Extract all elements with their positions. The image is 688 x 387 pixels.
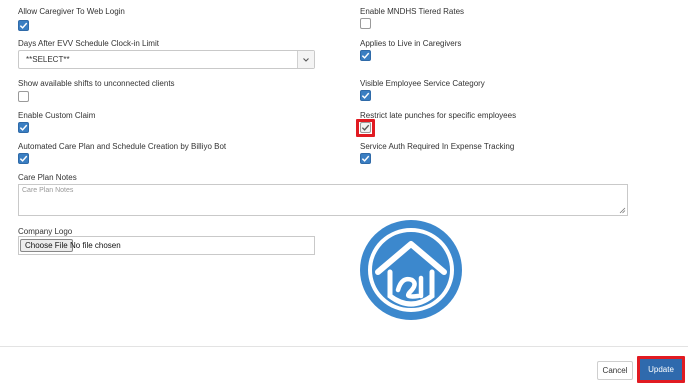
applies-live-in-checkbox[interactable] — [360, 50, 371, 61]
checkmark-icon — [19, 22, 28, 29]
chevron-down-icon — [297, 51, 314, 68]
checkmark-icon — [361, 155, 370, 162]
visible-employee-service-category-label: Visible Employee Service Category — [360, 79, 485, 88]
care-plan-notes-placeholder: Care Plan Notes — [22, 187, 74, 194]
days-after-evv-label: Days After EVV Schedule Clock-in Limit — [18, 39, 159, 48]
house-in-circle-logo-icon — [360, 220, 462, 320]
automated-care-plan-checkbox[interactable] — [18, 153, 29, 164]
resize-handle-icon[interactable] — [619, 207, 626, 214]
service-auth-expense-label: Service Auth Required In Expense Trackin… — [360, 142, 515, 151]
show-available-shifts-checkbox[interactable] — [18, 91, 29, 102]
show-available-shifts-label: Show available shifts to unconnected cli… — [18, 79, 175, 88]
enable-custom-claim-label: Enable Custom Claim — [18, 111, 96, 120]
visible-employee-service-category-checkbox[interactable] — [360, 90, 371, 101]
restrict-late-punches-checkbox[interactable] — [360, 122, 371, 133]
company-logo-label: Company Logo — [18, 227, 73, 236]
days-after-evv-selected-value: **SELECT** — [26, 55, 70, 64]
no-file-chosen-text: No file chosen — [70, 241, 121, 250]
enable-mndhs-tiered-rates-checkbox[interactable] — [360, 18, 371, 29]
checkmark-icon — [361, 124, 370, 131]
update-button[interactable]: Update — [640, 359, 682, 380]
cancel-button[interactable]: Cancel — [597, 361, 633, 380]
enable-custom-claim-checkbox[interactable] — [18, 122, 29, 133]
company-logo-image — [358, 218, 464, 322]
update-button-highlight: Update — [637, 356, 685, 383]
restrict-late-punches-label: Restrict late punches for specific emplo… — [360, 111, 517, 120]
care-plan-notes-textarea[interactable]: Care Plan Notes — [18, 184, 628, 216]
checkmark-icon — [361, 92, 370, 99]
choose-file-button[interactable]: Choose File — [20, 239, 73, 252]
checkmark-icon — [19, 124, 28, 131]
automated-care-plan-label: Automated Care Plan and Schedule Creatio… — [18, 142, 227, 151]
applies-live-in-label: Applies to Live in Caregivers — [360, 39, 462, 48]
checkmark-icon — [19, 155, 28, 162]
company-logo-file-input[interactable]: Choose File No file chosen — [18, 236, 315, 255]
allow-caregiver-web-login-label: Allow Caregiver To Web Login — [18, 7, 125, 16]
checkmark-icon — [361, 52, 370, 59]
footer-divider — [0, 346, 688, 347]
allow-caregiver-web-login-checkbox[interactable] — [18, 20, 29, 31]
days-after-evv-select[interactable]: **SELECT** — [18, 50, 315, 69]
service-auth-expense-checkbox[interactable] — [360, 153, 371, 164]
care-plan-notes-label: Care Plan Notes — [18, 173, 77, 182]
enable-mndhs-tiered-rates-label: Enable MNDHS Tiered Rates — [360, 7, 465, 16]
